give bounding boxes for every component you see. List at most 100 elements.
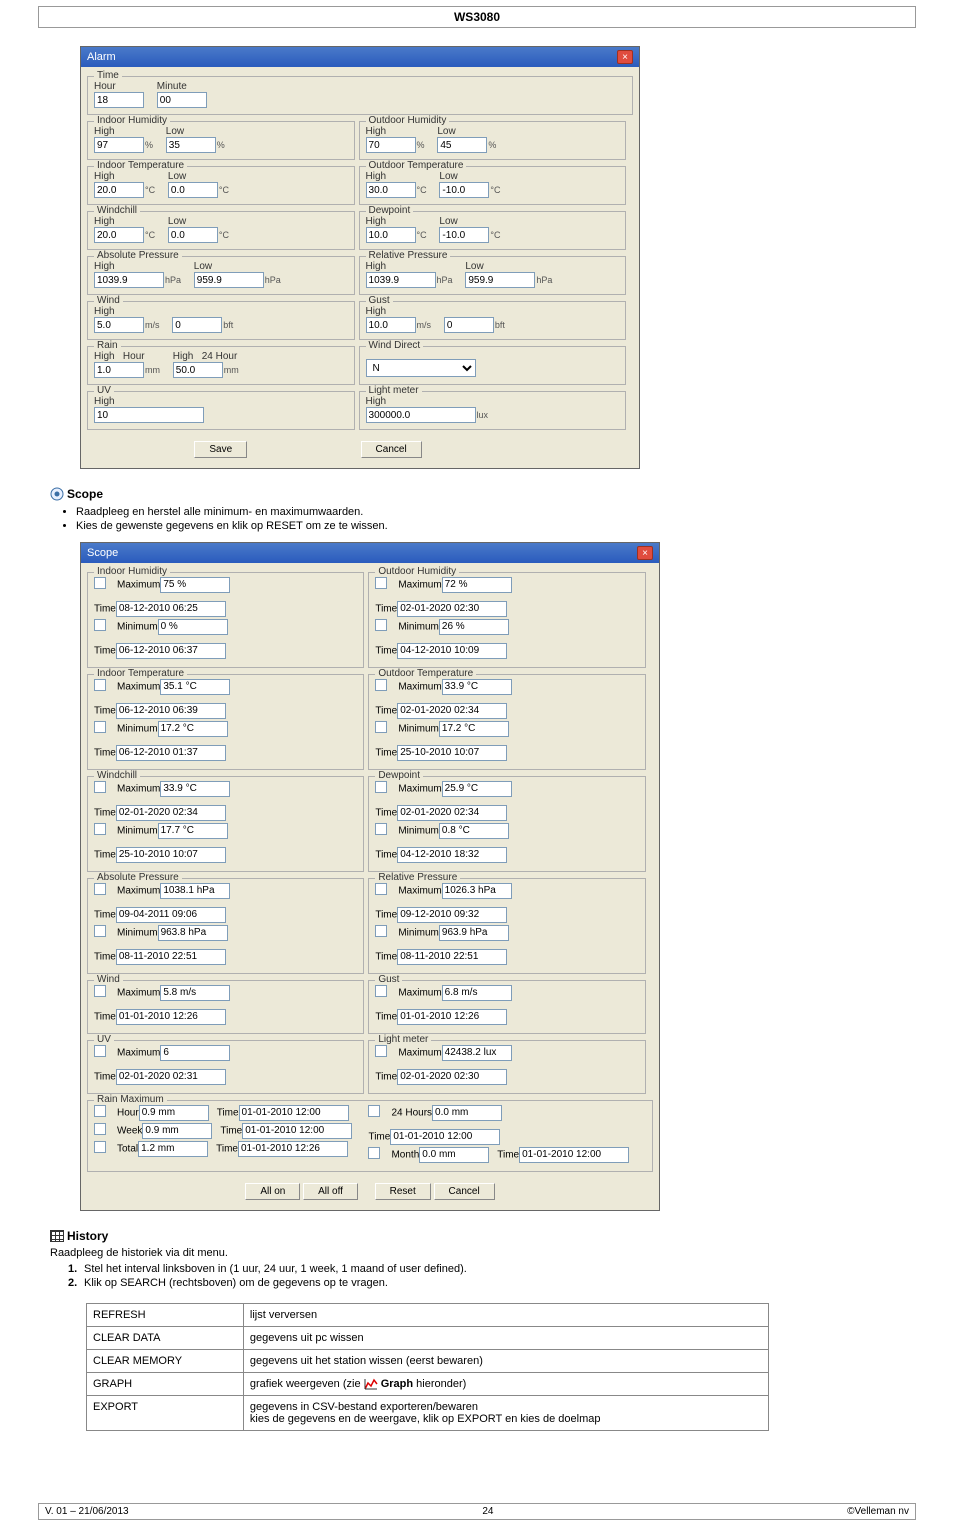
checkbox[interactable] <box>94 1123 106 1135</box>
val[interactable] <box>238 1141 348 1157</box>
checkbox[interactable] <box>375 823 387 835</box>
val[interactable] <box>439 619 509 635</box>
allon-button[interactable]: All on <box>245 1183 300 1200</box>
val[interactable] <box>390 1129 500 1145</box>
checkbox[interactable] <box>94 823 106 835</box>
checkbox[interactable] <box>375 1045 387 1057</box>
val[interactable] <box>439 823 509 839</box>
val[interactable] <box>442 985 512 1001</box>
checkbox[interactable] <box>94 883 106 895</box>
val[interactable] <box>160 679 230 695</box>
checkbox[interactable] <box>375 679 387 691</box>
val[interactable] <box>397 847 507 863</box>
val[interactable] <box>158 925 228 941</box>
val[interactable] <box>116 1069 226 1085</box>
val[interactable] <box>439 925 509 941</box>
val[interactable] <box>439 721 509 737</box>
val[interactable] <box>442 883 512 899</box>
input-rain-hour[interactable] <box>94 362 144 378</box>
input-time-minute[interactable] <box>157 92 207 108</box>
input-time-hour[interactable] <box>94 92 144 108</box>
checkbox[interactable] <box>368 1147 380 1159</box>
input-gust-bft[interactable] <box>444 317 494 333</box>
checkbox[interactable] <box>375 577 387 589</box>
val[interactable] <box>160 985 230 1001</box>
input-dp-high[interactable] <box>366 227 416 243</box>
val[interactable] <box>519 1147 629 1163</box>
val[interactable] <box>160 781 230 797</box>
reset-button[interactable]: Reset <box>375 1183 431 1200</box>
val[interactable] <box>116 601 226 617</box>
val[interactable] <box>116 949 226 965</box>
input-intemp-high[interactable] <box>94 182 144 198</box>
input-uv-high[interactable] <box>94 407 204 423</box>
val[interactable] <box>442 781 512 797</box>
input-absp-low[interactable] <box>194 272 264 288</box>
val[interactable] <box>419 1147 489 1163</box>
val[interactable] <box>158 619 228 635</box>
checkbox[interactable] <box>375 721 387 733</box>
save-button[interactable]: Save <box>194 441 247 458</box>
input-inhum-high[interactable] <box>94 137 144 153</box>
val[interactable] <box>160 577 230 593</box>
val[interactable] <box>139 1105 209 1121</box>
cancel-button[interactable]: Cancel <box>434 1183 495 1200</box>
input-rain-24h[interactable] <box>173 362 223 378</box>
close-icon[interactable]: × <box>617 50 633 64</box>
checkbox[interactable] <box>375 985 387 997</box>
input-relp-low[interactable] <box>465 272 535 288</box>
val[interactable] <box>116 805 226 821</box>
val[interactable] <box>397 1009 507 1025</box>
input-outhum-high[interactable] <box>366 137 416 153</box>
input-outtemp-low[interactable] <box>439 182 489 198</box>
val[interactable] <box>142 1123 212 1139</box>
input-wc-low[interactable] <box>168 227 218 243</box>
input-wind-bft[interactable] <box>172 317 222 333</box>
val[interactable] <box>442 577 512 593</box>
val[interactable] <box>138 1141 208 1157</box>
val[interactable] <box>160 1045 230 1061</box>
input-outhum-low[interactable] <box>437 137 487 153</box>
val[interactable] <box>158 823 228 839</box>
checkbox[interactable] <box>94 1141 106 1153</box>
val[interactable] <box>442 679 512 695</box>
input-relp-high[interactable] <box>366 272 436 288</box>
checkbox[interactable] <box>94 679 106 691</box>
val[interactable] <box>116 907 226 923</box>
checkbox[interactable] <box>94 781 106 793</box>
input-outtemp-high[interactable] <box>366 182 416 198</box>
input-gust-high[interactable] <box>366 317 416 333</box>
checkbox[interactable] <box>375 781 387 793</box>
input-wc-high[interactable] <box>94 227 144 243</box>
checkbox[interactable] <box>94 1105 106 1117</box>
checkbox[interactable] <box>94 985 106 997</box>
checkbox[interactable] <box>375 619 387 631</box>
val[interactable] <box>397 907 507 923</box>
val[interactable] <box>397 703 507 719</box>
val[interactable] <box>397 805 507 821</box>
val[interactable] <box>116 1009 226 1025</box>
val[interactable] <box>160 883 230 899</box>
val[interactable] <box>397 745 507 761</box>
val[interactable] <box>116 703 226 719</box>
input-absp-high[interactable] <box>94 272 164 288</box>
checkbox[interactable] <box>375 925 387 937</box>
checkbox[interactable] <box>94 925 106 937</box>
checkbox[interactable] <box>94 577 106 589</box>
val[interactable] <box>116 643 226 659</box>
val[interactable] <box>239 1105 349 1121</box>
alloff-button[interactable]: All off <box>303 1183 358 1200</box>
val[interactable] <box>397 949 507 965</box>
val[interactable] <box>397 643 507 659</box>
val[interactable] <box>432 1105 502 1121</box>
val[interactable] <box>442 1045 512 1061</box>
cancel-button[interactable]: Cancel <box>361 441 422 458</box>
input-dp-low[interactable] <box>439 227 489 243</box>
select-wind-direct[interactable]: N <box>366 359 476 377</box>
input-inhum-low[interactable] <box>166 137 216 153</box>
val[interactable] <box>397 1069 507 1085</box>
checkbox[interactable] <box>94 1045 106 1057</box>
checkbox[interactable] <box>375 883 387 895</box>
val[interactable] <box>242 1123 352 1139</box>
input-wind-high[interactable] <box>94 317 144 333</box>
